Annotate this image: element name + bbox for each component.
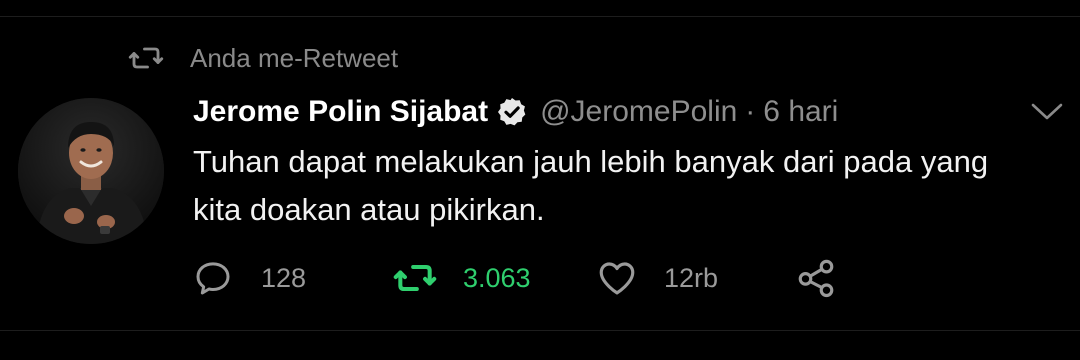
retweet-count: 3.063: [463, 262, 531, 293]
retweet-context-label: Anda me-Retweet: [190, 43, 399, 73]
tweet-text-line: Tuhan dapat melakukan jauh lebih banyak …: [193, 144, 989, 179]
tweet-actions: 128 3.063 12rb: [0, 250, 1080, 306]
retweet-context: Anda me-Retweet: [128, 38, 398, 78]
tweet-text: Tuhan dapat melakukan jauh lebih banyak …: [193, 138, 1053, 234]
handle[interactable]: @JeromePolin: [540, 95, 737, 129]
separator-dot: ·: [745, 95, 756, 128]
retweet-button[interactable]: 3.063: [393, 250, 531, 306]
reply-button[interactable]: 128: [193, 250, 306, 306]
top-divider: [0, 16, 1080, 17]
tweet-header: Jerome Polin Sijabat @JeromePolin · 6 ha…: [193, 90, 838, 134]
verified-badge-icon: [498, 98, 526, 126]
avatar-photo: [18, 98, 164, 244]
display-name[interactable]: Jerome Polin Sijabat: [193, 95, 488, 129]
bottom-divider: [0, 330, 1080, 331]
retweet-icon: [128, 47, 164, 69]
retweet-icon: [393, 264, 437, 292]
like-count: 12rb: [664, 262, 719, 293]
reply-icon: [196, 262, 230, 295]
share-button[interactable]: [795, 250, 837, 306]
like-button[interactable]: 12rb: [596, 250, 718, 306]
avatar[interactable]: [18, 98, 164, 244]
tweet-text-line: kita doakan atau pikirkan.: [193, 192, 545, 227]
chevron-down-icon[interactable]: [1028, 96, 1066, 126]
share-icon: [798, 259, 834, 298]
heart-icon: [599, 262, 635, 295]
reply-count: 128: [261, 262, 307, 293]
timestamp[interactable]: 6 hari: [763, 95, 838, 129]
